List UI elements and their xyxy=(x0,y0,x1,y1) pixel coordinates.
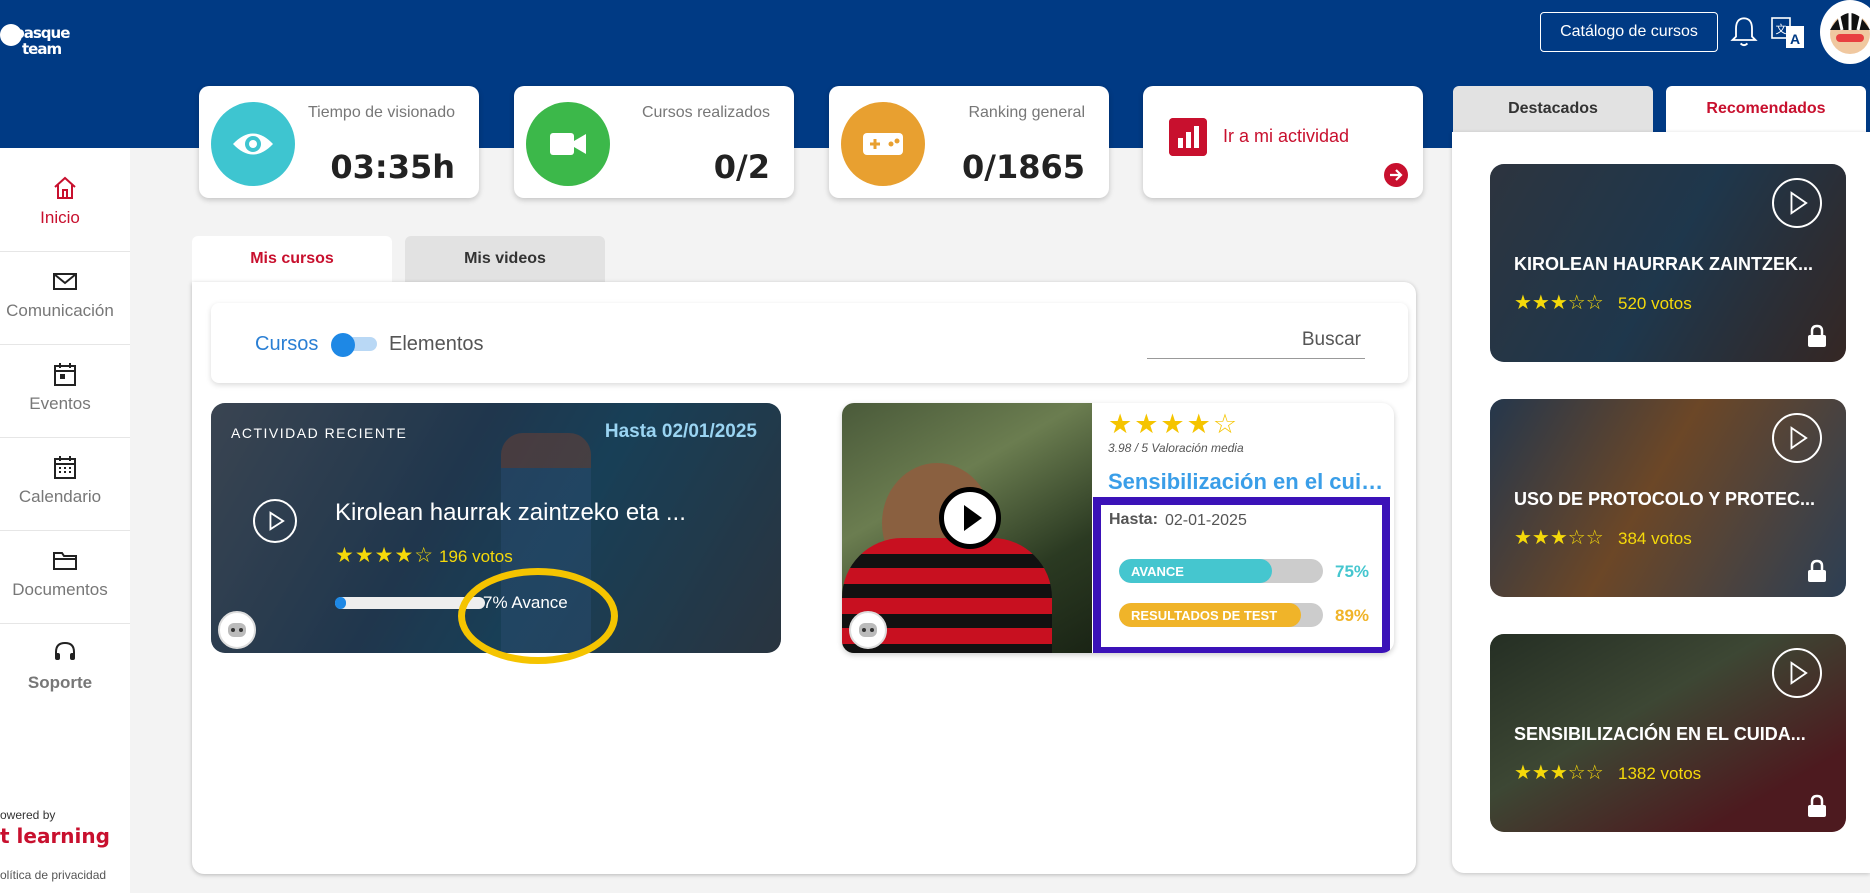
stat-card-ranking: Ranking general 0/1865 xyxy=(829,86,1109,198)
chart-icon xyxy=(1169,118,1207,156)
rating-stars: ★★★☆☆ xyxy=(1514,762,1604,784)
recommended-card[interactable]: USO DE PROTOCOLO Y PROTEC... ★★★☆☆ 384 v… xyxy=(1490,399,1846,597)
course-title[interactable]: Sensibilización en el cuidado xyxy=(1108,469,1394,495)
mail-icon xyxy=(53,273,77,290)
bell-icon[interactable] xyxy=(1730,16,1758,48)
activity-link-card[interactable]: Ir a mi actividad xyxy=(1143,86,1423,198)
test-label: RESULTADOS DE TEST xyxy=(1131,608,1278,623)
stat-card-courses-done: Cursos realizados 0/2 xyxy=(514,86,794,198)
stat-label: Ranking general xyxy=(968,104,1085,121)
bot-avatar xyxy=(849,611,887,649)
toggle-label-elementos[interactable]: Elementos xyxy=(389,333,484,356)
votes-count: 1382 votos xyxy=(1618,764,1702,783)
course-progress-box: Hasta: 02-01-2025 AVANCE 75% RESULTADOS … xyxy=(1093,497,1390,653)
sidebar-item-label: Comunicación xyxy=(6,301,114,320)
sidebar-item-label: Calendario xyxy=(18,487,102,506)
avance-percent: 75% xyxy=(1335,562,1370,581)
stat-card-watch-time: Tiempo de visionado 03:35h xyxy=(199,86,479,198)
rating-stars: ★★★★☆ xyxy=(1108,409,1240,439)
search-placeholder: Buscar xyxy=(1301,329,1361,350)
recommended-title: KIROLEAN HAURRAK ZAINTZEK... xyxy=(1514,254,1813,274)
stat-label: Tiempo de visionado xyxy=(307,104,455,121)
sidebar-item-documentos[interactable]: Documentos xyxy=(0,532,130,624)
test-bar: RESULTADOS DE TEST xyxy=(1119,603,1323,627)
stat-label: Cursos realizados xyxy=(641,104,770,121)
tab-mis-videos[interactable]: Mis videos xyxy=(405,236,605,282)
sidebar-item-comunicacion[interactable]: Comunicación xyxy=(0,253,130,345)
votes-count: 520 votos xyxy=(1618,294,1692,313)
bot-avatar xyxy=(218,611,256,649)
stat-value: 03:35h xyxy=(330,148,455,186)
recommended-title: SENSIBILIZACIÓN EN EL CUIDA... xyxy=(1514,724,1806,744)
lock-icon xyxy=(1808,794,1826,817)
deadline-value: 02-01-2025 xyxy=(1165,512,1247,529)
gamepad-icon xyxy=(841,102,925,186)
play-icon[interactable] xyxy=(1772,413,1822,463)
lock-icon xyxy=(1808,559,1826,582)
recommended-title: USO DE PROTOCOLO Y PROTEC... xyxy=(1514,489,1816,509)
play-icon[interactable] xyxy=(1772,648,1822,698)
avance-label: AVANCE xyxy=(1131,564,1184,579)
rating-stars: ★★★★☆ xyxy=(335,544,435,567)
sidebar-item-label: Documentos xyxy=(12,580,108,599)
avance-bar: AVANCE xyxy=(1119,559,1323,583)
toggle-label-cursos[interactable]: Cursos xyxy=(255,333,318,356)
search-input[interactable]: Buscar xyxy=(1147,325,1365,359)
stat-value: 0/1865 xyxy=(961,148,1085,186)
activity-link-label: Ir a mi actividad xyxy=(1223,126,1350,146)
sidebar-item-inicio[interactable]: Inicio xyxy=(0,160,130,252)
tab-recomendados[interactable]: Recomendados xyxy=(1666,86,1866,132)
play-icon[interactable] xyxy=(1772,178,1822,228)
view-toggle[interactable] xyxy=(331,333,377,357)
sidebar-item-calendario[interactable]: Calendario xyxy=(0,439,130,531)
lock-icon xyxy=(1808,324,1826,347)
eye-icon xyxy=(211,102,295,186)
progress-fill xyxy=(335,597,346,609)
tab-destacados[interactable]: Destacados xyxy=(1453,86,1653,132)
folder-icon xyxy=(53,552,77,570)
catalog-button[interactable]: Catálogo de cursos xyxy=(1540,12,1718,52)
votes-count: 384 votos xyxy=(1618,529,1692,548)
recommended-card[interactable]: SENSIBILIZACIÓN EN EL CUIDA... ★★★☆☆ 138… xyxy=(1490,634,1846,832)
rating-stars: ★★★☆☆ xyxy=(1514,292,1604,314)
course-thumbnail xyxy=(842,403,1092,653)
recommended-card[interactable]: KIROLEAN HAURRAK ZAINTZEK... ★★★☆☆ 520 v… xyxy=(1490,164,1846,362)
privacy-link[interactable]: olítica de privacidad xyxy=(0,868,106,882)
rating-stars: ★★★☆☆ xyxy=(1514,527,1604,549)
powered-by-label: owered by xyxy=(0,808,56,822)
arrow-right-icon[interactable] xyxy=(1383,162,1409,188)
play-icon[interactable] xyxy=(253,499,297,543)
sidebar-item-soporte[interactable]: Soporte xyxy=(0,625,130,717)
rating-average: 3.98 / 5 Valoración media xyxy=(1108,441,1244,455)
calendar-event-icon xyxy=(54,363,76,386)
sidebar-item-label: Soporte xyxy=(27,673,93,692)
course-card[interactable]: ★★★★☆ 3.98 / 5 Valoración media Sensibil… xyxy=(842,403,1394,653)
calendar-icon xyxy=(54,456,76,479)
votes-count: 196 votos xyxy=(439,547,513,566)
sidebar-item-eventos[interactable]: Eventos xyxy=(0,346,130,438)
logo-text-top: basque xyxy=(14,24,70,42)
recent-deadline: Hasta 02/01/2025 xyxy=(604,421,757,442)
svg-text:文: 文 xyxy=(1776,22,1787,36)
stat-value: 0/2 xyxy=(713,148,770,186)
recent-activity-tag: ACTIVIDAD RECIENTE xyxy=(231,425,408,441)
svg-text:A: A xyxy=(1790,31,1800,47)
highlight-ellipse xyxy=(458,568,618,664)
logo-text-bottom: team xyxy=(22,40,62,58)
tab-mis-cursos[interactable]: Mis cursos xyxy=(192,236,392,282)
test-percent: 89% xyxy=(1335,606,1370,625)
headset-icon xyxy=(55,641,75,660)
filter-bar: Cursos Elementos Buscar xyxy=(211,303,1408,383)
video-camera-icon xyxy=(526,102,610,186)
play-icon[interactable] xyxy=(939,487,1001,549)
recent-course-title[interactable]: Kirolean haurrak zaintzeko eta ... xyxy=(335,499,686,527)
deadline-label: Hasta: xyxy=(1109,511,1158,528)
brand-logo[interactable]: t learning xyxy=(0,824,110,848)
home-icon xyxy=(54,176,76,199)
sidebar-item-label: Inicio xyxy=(40,208,80,227)
language-icon[interactable]: A 文 xyxy=(1770,14,1806,52)
logo[interactable]: basque team xyxy=(0,22,70,62)
sidebar-item-label: Eventos xyxy=(29,394,91,413)
